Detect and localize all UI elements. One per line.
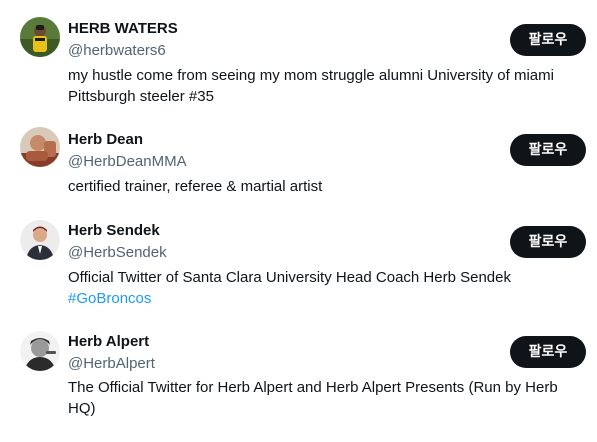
user-list: HERB WATERS @herbwaters6 my hustle come … <box>0 0 597 442</box>
user-bio: Official Twitter of Santa Clara Universi… <box>68 267 568 309</box>
user-bio: certified trainer, referee & martial art… <box>68 176 568 197</box>
user-bio: my hustle come from seeing my mom strugg… <box>68 65 568 107</box>
follow-button[interactable]: 팔로우 <box>510 24 586 56</box>
user-cell[interactable]: Herb Dean @HerbDeanMMA certified trainer… <box>0 110 597 210</box>
user-bio: The Official Twitter for Herb Alpert and… <box>68 377 568 419</box>
user-handle[interactable]: @HerbDeanMMA <box>68 153 187 171</box>
user-handle[interactable]: @HerbSendek <box>68 244 167 262</box>
user-handle[interactable]: @HerbAlpert <box>68 355 155 373</box>
bio-line: Official Twitter of Santa Clara Universi… <box>68 269 511 286</box>
follow-button[interactable]: 팔로우 <box>510 226 586 258</box>
bio-line: The Official Twitter for Herb Alpert and… <box>68 379 558 396</box>
avatar[interactable] <box>20 127 60 167</box>
avatar[interactable] <box>20 331 60 371</box>
follow-button[interactable]: 팔로우 <box>510 134 586 166</box>
hashtag-link[interactable]: #GoBroncos <box>68 288 568 309</box>
display-name[interactable]: Herb Dean <box>68 131 143 149</box>
avatar[interactable] <box>20 17 60 57</box>
display-name[interactable]: Herb Alpert <box>68 333 149 351</box>
display-name[interactable]: HERB WATERS <box>68 20 178 38</box>
follow-button[interactable]: 팔로우 <box>510 336 586 368</box>
user-cell[interactable]: Herb Sendek @HerbSendek Official Twitter… <box>0 210 597 320</box>
display-name[interactable]: Herb Sendek <box>68 222 160 240</box>
user-handle[interactable]: @herbwaters6 <box>68 42 166 60</box>
user-cell[interactable]: HERB WATERS @herbwaters6 my hustle come … <box>0 0 597 110</box>
bio-line: certified trainer, referee & martial art… <box>68 178 323 195</box>
avatar[interactable] <box>20 220 60 260</box>
bio-line: Pittsburgh steeler #35 <box>68 88 214 105</box>
user-cell[interactable]: Herb Alpert @HerbAlpert The Official Twi… <box>0 320 597 442</box>
bio-line: HQ) <box>68 400 96 417</box>
bio-line: my hustle come from seeing my mom strugg… <box>68 67 554 84</box>
